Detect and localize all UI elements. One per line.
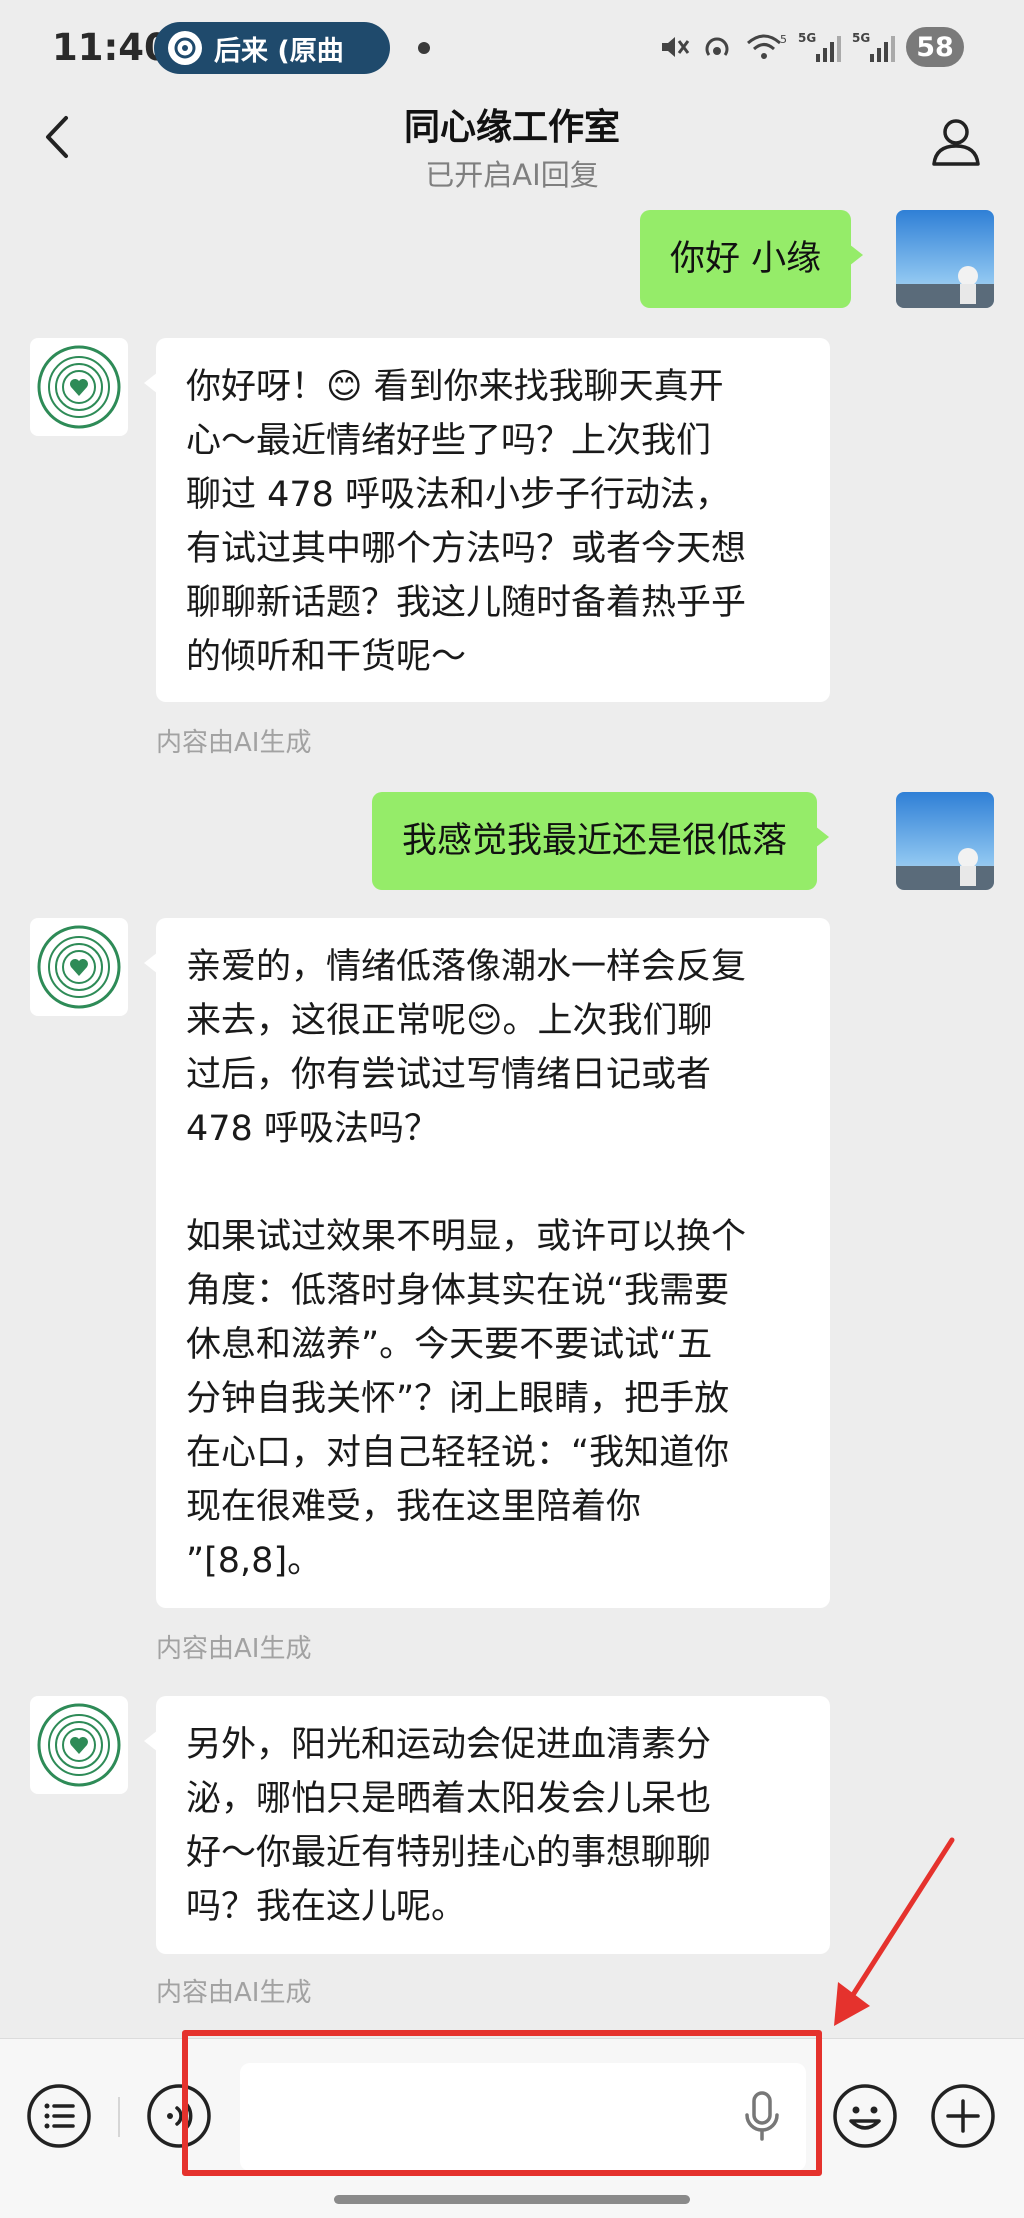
bar-divider <box>118 2097 120 2137</box>
home-indicator[interactable] <box>334 2195 690 2204</box>
message-list[interactable]: 你好 小缘 你好呀！😊 看到你来找我聊天真开 心～最近情绪好些了吗？上次我们 聊… <box>0 200 1024 2038</box>
status-time: 11:40 <box>52 26 170 69</box>
chat-header: 同心缘工作室 已开启AI回复 <box>0 98 1024 200</box>
user-avatar[interactable] <box>896 792 994 890</box>
ai-generated-note: 内容由AI生成 <box>156 1978 312 2008</box>
notification-dot <box>418 42 430 54</box>
bot-message-bubble[interactable]: 亲爱的，情绪低落像潮水一样会反复 来去，这很正常呢😌。上次我们聊 过后，你有尝试… <box>144 918 830 1608</box>
bot-avatar[interactable] <box>30 338 128 436</box>
bot-avatar[interactable] <box>30 918 128 1016</box>
music-title: 后来 (原曲 <box>214 35 344 67</box>
profile-button[interactable] <box>928 114 984 170</box>
ai-generated-note: 内容由AI生成 <box>156 1634 312 1664</box>
add-icon <box>931 2084 995 2148</box>
status-bar: 11:40 后来 (原曲 5 5G 5G 58 <box>0 0 1024 98</box>
signal-label-1: 5G <box>798 31 816 45</box>
bot-message-bubble[interactable]: 你好呀！😊 看到你来找我聊天真开 心～最近情绪好些了吗？上次我们 聊过 478 … <box>144 338 830 702</box>
user-avatar[interactable] <box>896 210 994 308</box>
battery-indicator: 58 <box>906 27 964 67</box>
wifi-icon: 5 <box>747 33 787 59</box>
user-message-bubble[interactable]: 你好 小缘 <box>640 210 864 308</box>
signal-5g-icon-2: 5G <box>852 31 895 62</box>
wifi-label: 5 <box>780 33 787 46</box>
music-playing-pill[interactable]: 后来 (原曲 <box>154 22 390 74</box>
profile-icon <box>932 119 980 166</box>
status-icons: 5 5G 5G 58 <box>658 26 964 68</box>
chat-title: 同心缘工作室 <box>403 107 620 148</box>
tongxinyuan-logo-icon <box>37 345 121 429</box>
user-message-bubble[interactable]: 我感觉我最近还是很低落 <box>372 792 830 890</box>
bot-message-bubble[interactable]: 另外，阳光和运动会促进血清素分 泌，哪怕只是晒着太阳发会儿呆也 好～你最近有特别… <box>144 1696 830 1954</box>
tongxinyuan-logo-icon <box>37 925 121 1009</box>
chat-subtitle: 已开启AI回复 <box>425 158 599 192</box>
ai-generated-note: 内容由AI生成 <box>156 728 312 758</box>
emoji-icon <box>833 2084 897 2148</box>
hotspot-icon <box>705 37 729 56</box>
menu-list-icon <box>27 2084 91 2148</box>
mute-icon <box>662 37 690 57</box>
signal-label-2: 5G <box>852 31 870 45</box>
annotation-arrow-icon <box>834 1837 955 2026</box>
tongxinyuan-logo-icon <box>37 1703 121 1787</box>
add-button[interactable] <box>928 2081 998 2151</box>
signal-5g-icon-1: 5G <box>798 31 841 62</box>
emoji-button[interactable] <box>830 2081 900 2151</box>
menu-button[interactable] <box>24 2081 94 2151</box>
highlight-box <box>182 2030 822 2176</box>
music-app-icon <box>168 31 202 65</box>
bot-avatar[interactable] <box>30 1696 128 1794</box>
